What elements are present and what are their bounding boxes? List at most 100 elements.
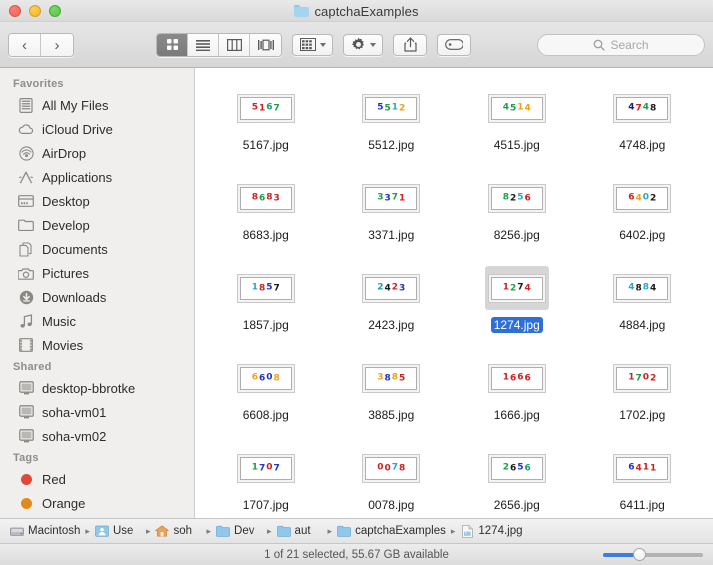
sidebar-item-pictures[interactable]: Pictures — [0, 261, 194, 285]
file-thumbnail[interactable]: 4884 — [610, 266, 674, 310]
file-thumbnail[interactable]: 2656 — [485, 446, 549, 490]
list-view-button[interactable] — [188, 33, 219, 56]
path-item[interactable]: aut — [276, 524, 323, 538]
file-item[interactable]: 4 5 1 4 4515.jpg — [454, 80, 580, 170]
file-item[interactable]: 5 1 6 7 5167.jpg — [203, 80, 329, 170]
file-thumbnail[interactable]: 8683 — [234, 176, 298, 220]
icon-view-button[interactable] — [157, 33, 188, 56]
file-item[interactable]: 1 8 5 7 1857.jpg — [203, 260, 329, 350]
sidebar-item-movies[interactable]: Movies — [0, 333, 194, 357]
sidebar-item-develop[interactable]: Develop — [0, 213, 194, 237]
sidebar-item-icloud-drive[interactable]: iCloud Drive — [0, 117, 194, 141]
file-thumbnail[interactable]: 6402 — [610, 176, 674, 220]
file-thumbnail[interactable]: 5167 — [234, 86, 298, 130]
file-browser-content[interactable]: 5 1 6 7 5167.jpg 5 5 1 2 5512.jpg 4 5 1 4 4515.jpg 4 7 4 8… — [195, 68, 713, 518]
coverflow-view-button[interactable] — [250, 33, 281, 56]
file-thumbnail[interactable]: 1666 — [485, 356, 549, 400]
path-item[interactable]: Use — [95, 524, 141, 538]
sidebar-item-documents[interactable]: Documents — [0, 237, 194, 261]
file-name-label[interactable]: 6608.jpg — [240, 407, 292, 423]
sidebar-item-soha-vm02[interactable]: soha-vm02 — [0, 424, 194, 448]
file-item[interactable]: 8 6 8 3 8683.jpg — [203, 170, 329, 260]
sidebar-item-downloads[interactable]: Downloads — [0, 285, 194, 309]
file-item[interactable]: 2 6 5 6 2656.jpg — [454, 440, 580, 518]
search-input[interactable]: Search — [537, 34, 705, 56]
minimize-button[interactable] — [29, 5, 41, 17]
file-thumbnail[interactable]: 5512 — [359, 86, 423, 130]
arrange-button[interactable] — [292, 33, 333, 56]
file-thumbnail[interactable]: 1702 — [610, 356, 674, 400]
file-name-label[interactable]: 8683.jpg — [240, 227, 292, 243]
file-name-label[interactable]: 4884.jpg — [616, 317, 668, 333]
file-name-label[interactable]: 0078.jpg — [365, 497, 417, 513]
sidebar-item-all-my-files[interactable]: All My Files — [0, 93, 194, 117]
maximize-button[interactable] — [49, 5, 61, 17]
file-item[interactable]: 2 4 2 3 2423.jpg — [329, 260, 455, 350]
file-thumbnail[interactable]: 8256 — [485, 176, 549, 220]
path-item[interactable]: soh — [155, 524, 201, 538]
path-item[interactable]: 1274.jpg — [460, 524, 523, 538]
file-name-label[interactable]: 1707.jpg — [240, 497, 292, 513]
sidebar-item-applications[interactable]: Applications — [0, 165, 194, 189]
file-name-label[interactable]: 2423.jpg — [365, 317, 417, 333]
file-name-label[interactable]: 3885.jpg — [365, 407, 417, 423]
file-name-label[interactable]: 4748.jpg — [616, 137, 668, 153]
file-item[interactable]: 4 8 8 4 4884.jpg — [580, 260, 706, 350]
file-item[interactable]: 6 6 0 8 6608.jpg — [203, 350, 329, 440]
tags-button[interactable] — [437, 33, 471, 56]
share-button[interactable] — [393, 33, 427, 56]
file-name-label[interactable]: 3371.jpg — [365, 227, 417, 243]
file-thumbnail[interactable]: 3885 — [359, 356, 423, 400]
column-view-button[interactable] — [219, 33, 250, 56]
file-thumbnail[interactable]: 1857 — [234, 266, 298, 310]
sidebar-item-desktop[interactable]: Desktop — [0, 189, 194, 213]
path-item[interactable]: Macintosh — [10, 524, 80, 538]
file-name-label[interactable]: 1274.jpg — [490, 317, 543, 333]
path-item[interactable]: captchaExamples — [337, 524, 446, 538]
sidebar-item-soha-vm01[interactable]: soha-vm01 — [0, 400, 194, 424]
sidebar-item-yellow[interactable]: Yellow — [0, 515, 194, 518]
file-item[interactable]: 6 4 0 2 6402.jpg — [580, 170, 706, 260]
file-thumbnail[interactable]: 3371 — [359, 176, 423, 220]
file-item[interactable]: 1 7 0 7 1707.jpg — [203, 440, 329, 518]
file-name-label[interactable]: 2656.jpg — [491, 497, 543, 513]
file-item[interactable]: 1 2 7 4 1274.jpg — [454, 260, 580, 350]
file-name-label[interactable]: 1702.jpg — [616, 407, 668, 423]
file-item[interactable]: 3 8 8 5 3885.jpg — [329, 350, 455, 440]
file-item[interactable]: 8 2 5 6 8256.jpg — [454, 170, 580, 260]
file-name-label[interactable]: 4515.jpg — [491, 137, 543, 153]
file-name-label[interactable]: 5167.jpg — [240, 137, 292, 153]
sidebar-item-red[interactable]: Red — [0, 467, 194, 491]
file-thumbnail[interactable]: 6411 — [610, 446, 674, 490]
file-thumbnail[interactable]: 4748 — [610, 86, 674, 130]
file-name-label[interactable]: 8256.jpg — [491, 227, 543, 243]
file-item[interactable]: 3 3 7 1 3371.jpg — [329, 170, 455, 260]
file-item[interactable]: 1 6 6 6 1666.jpg — [454, 350, 580, 440]
file-thumbnail[interactable]: 2423 — [359, 266, 423, 310]
file-thumbnail[interactable]: 6608 — [234, 356, 298, 400]
file-name-label[interactable]: 1857.jpg — [240, 317, 292, 333]
file-name-label[interactable]: 5512.jpg — [365, 137, 417, 153]
slider-knob[interactable] — [633, 548, 646, 561]
file-item[interactable]: 5 5 1 2 5512.jpg — [329, 80, 455, 170]
file-thumbnail[interactable]: 1274 — [484, 266, 549, 310]
file-thumbnail[interactable]: 0078 — [359, 446, 423, 490]
back-button[interactable]: ‹ — [9, 33, 41, 56]
icon-size-slider[interactable] — [603, 548, 703, 561]
file-item[interactable]: 1 7 0 2 1702.jpg — [580, 350, 706, 440]
sidebar-item-airdrop[interactable]: AirDrop — [0, 141, 194, 165]
file-name-label[interactable]: 6411.jpg — [617, 497, 668, 513]
sidebar-item-orange[interactable]: Orange — [0, 491, 194, 515]
file-item[interactable]: 4 7 4 8 4748.jpg — [580, 80, 706, 170]
file-item[interactable]: 0 0 7 8 0078.jpg — [329, 440, 455, 518]
file-name-label[interactable]: 1666.jpg — [491, 407, 543, 423]
action-button[interactable] — [343, 33, 383, 56]
close-button[interactable] — [9, 5, 21, 17]
file-name-label[interactable]: 6402.jpg — [616, 227, 668, 243]
forward-button[interactable]: › — [41, 33, 73, 56]
sidebar-item-music[interactable]: Music — [0, 309, 194, 333]
file-item[interactable]: 6 4 1 1 6411.jpg — [580, 440, 706, 518]
sidebar-item-desktop-bbrotke[interactable]: desktop-bbrotke — [0, 376, 194, 400]
file-thumbnail[interactable]: 1707 — [234, 446, 298, 490]
file-thumbnail[interactable]: 4514 — [485, 86, 549, 130]
